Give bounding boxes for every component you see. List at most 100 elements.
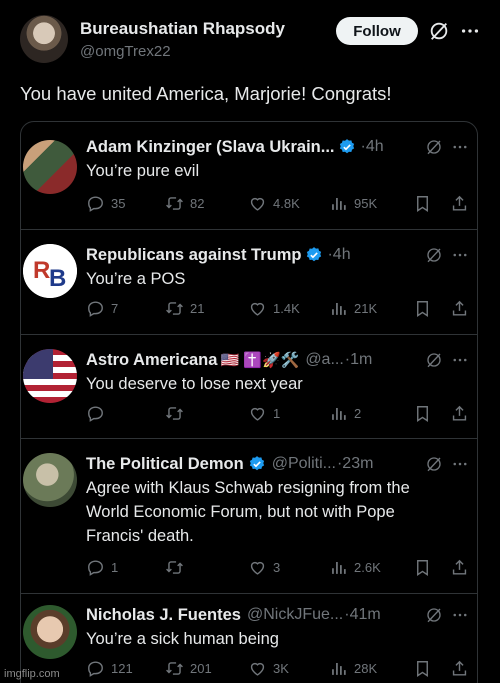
repost-button[interactable] [165,557,190,577]
grok-icon[interactable] [425,351,443,369]
reply-author-name[interactable]: The Political Demon [86,455,244,474]
reply-icon [86,299,105,318]
grok-icon[interactable] [428,20,450,42]
views-count: 2.6K [354,559,381,575]
bookmark-button[interactable] [413,193,432,213]
share-button[interactable] [450,298,469,318]
views-icon [329,404,348,423]
reply-button[interactable] [86,403,111,423]
reply-handle[interactable]: @a... [305,351,343,369]
views-icon [329,299,348,318]
like-button[interactable]: 3 [248,557,280,577]
grok-icon[interactable] [425,606,443,624]
bookmark-button[interactable] [413,557,432,577]
reply-item[interactable]: Adam Kinzinger (Slava Ukrain... ·4h You’… [21,122,477,230]
reply-count: 7 [111,300,119,316]
like-button[interactable]: 4.8K [248,193,300,213]
grok-icon[interactable] [425,138,443,156]
bookmark-button[interactable] [413,298,432,318]
repost-icon [165,299,184,318]
reply-count: 1 [111,559,119,575]
repost-button[interactable]: 201 [165,658,212,678]
repost-button[interactable] [165,403,190,423]
main-post: Bureaushatian Rhapsody @omgTrex22 Follow… [0,0,500,120]
reply-item[interactable]: Astro Americana 🇺🇸 ✝️🚀🛠️ @a... ·1m You d… [21,335,477,439]
views-button[interactable]: 2 [329,403,361,423]
like-button[interactable]: 1.4K [248,298,300,318]
reply-handle[interactable]: @NickJFue... [247,606,343,624]
reply-author-name[interactable]: Republicans against Trump [86,246,301,265]
bookmark-icon [413,558,432,577]
avatar[interactable] [23,605,77,659]
reply-count: 35 [111,195,126,211]
more-icon[interactable] [451,351,469,369]
reply-author-name[interactable]: Adam Kinzinger (Slava Ukrain... [86,138,334,157]
avatar[interactable]: R B [23,244,77,298]
like-count: 1.4K [273,300,300,316]
avatar[interactable] [23,453,77,507]
author-name[interactable]: Bureaushatian Rhapsody [80,19,285,39]
avatar[interactable] [23,349,77,403]
views-button[interactable]: 95K [329,193,377,213]
reply-time[interactable]: ·23m [337,455,373,473]
reply-button[interactable]: 121 [86,658,133,678]
views-button[interactable]: 28K [329,658,377,678]
more-icon[interactable] [451,606,469,624]
like-count: 3 [273,559,281,575]
reply-author-name[interactable]: Nicholas J. Fuentes [86,606,241,625]
more-icon[interactable] [451,138,469,156]
reply-button[interactable]: 35 [86,193,125,213]
grok-icon[interactable] [425,455,443,473]
reply-button[interactable]: 7 [86,298,118,318]
action-bar: 121 201 3K 28K [86,658,469,678]
repost-count: 21 [190,300,205,316]
svg-text:R: R [33,257,50,284]
reply-icon [86,558,105,577]
reply-button[interactable]: 1 [86,557,118,577]
action-bar: 1 2 [86,403,469,423]
reply-text: Agree with Klaus Schwab resigning from t… [86,479,410,545]
reply-item[interactable]: The Political Demon @Politi... ·23m Agre… [21,439,477,594]
reply-item[interactable]: R B Republicans against Trump ·4h You’re… [21,230,477,335]
follow-button[interactable]: Follow [336,17,418,45]
like-button[interactable]: 1 [248,403,280,423]
share-button[interactable] [450,403,469,423]
reply-time[interactable]: ·41m [344,606,380,624]
more-icon[interactable] [451,455,469,473]
views-count: 21K [354,300,378,316]
repost-count: 82 [190,195,205,211]
heart-icon [248,558,267,577]
name-emoji: 🇺🇸 ✝️🚀🛠️ [220,352,300,369]
reply-text: You’re a sick human being [86,630,279,648]
reply-text: You’re a POS [86,270,186,288]
more-icon[interactable] [459,20,481,42]
reply-text: You deserve to lose next year [86,375,303,393]
views-count: 95K [354,195,378,211]
views-button[interactable]: 21K [329,298,377,318]
reply-item[interactable]: Nicholas J. Fuentes @NickJFue... ·41m Yo… [21,594,477,683]
bookmark-button[interactable] [413,403,432,423]
author-avatar[interactable] [20,15,68,63]
reply-time[interactable]: ·4h [327,246,350,264]
share-button[interactable] [450,658,469,678]
repost-button[interactable]: 82 [165,193,204,213]
reply-author-name[interactable]: Astro Americana [86,351,217,370]
post-text: You have united America, Marjorie! Congr… [20,83,392,104]
avatar[interactable] [23,140,77,194]
reply-handle[interactable]: @Politi... [272,455,336,473]
share-button[interactable] [450,193,469,213]
reply-time[interactable]: ·4h [360,138,383,156]
more-icon[interactable] [451,246,469,264]
author-handle[interactable]: @omgTrex22 [80,43,171,60]
grok-icon[interactable] [425,246,443,264]
heart-icon [248,659,267,678]
share-button[interactable] [450,557,469,577]
repost-button[interactable]: 21 [165,298,204,318]
reply-time[interactable]: ·1m [345,351,373,369]
action-bar: 1 3 2.6K [86,557,469,577]
views-button[interactable]: 2.6K [329,557,381,577]
like-button[interactable]: 3K [248,658,289,678]
bookmark-button[interactable] [413,658,432,678]
repost-icon [165,404,184,423]
views-icon [329,659,348,678]
